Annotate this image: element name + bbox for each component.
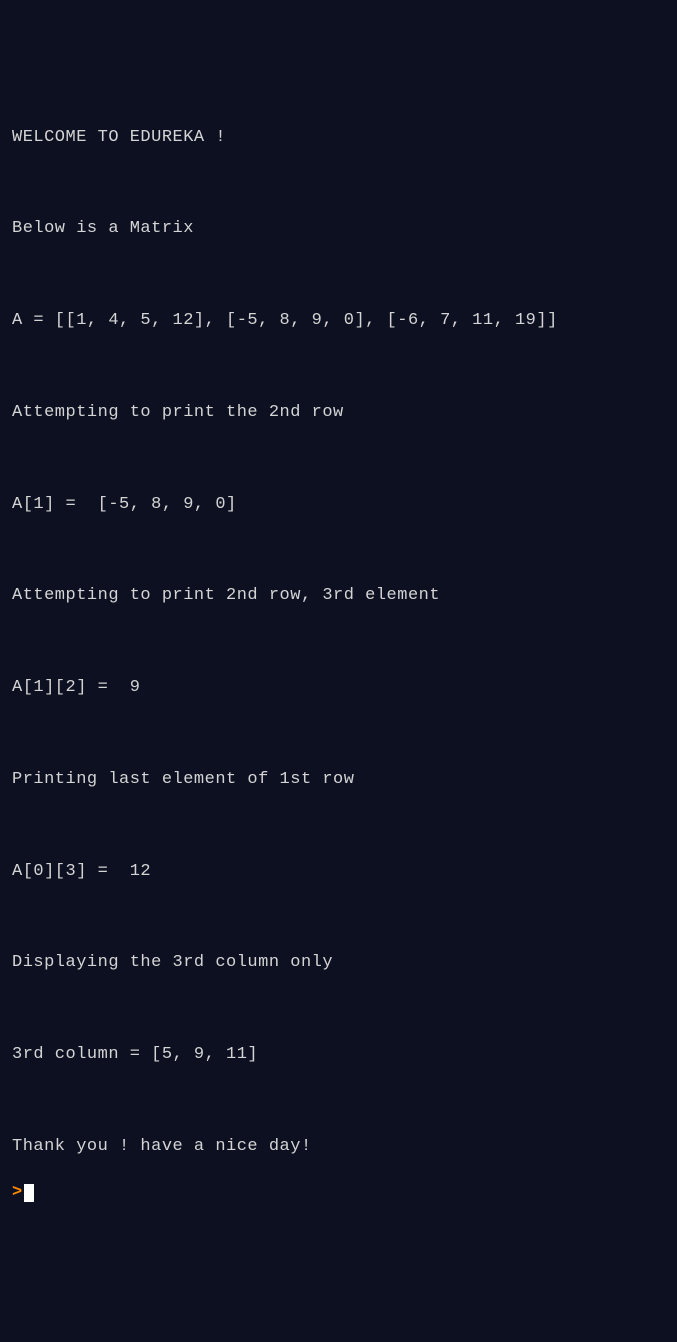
output-line: 3rd column = [5, 9, 11] (12, 1044, 665, 1067)
prompt-line[interactable]: > (12, 1182, 665, 1205)
output-line: Thank you ! have a nice day! (12, 1136, 665, 1159)
output-line: Attempting to print 2nd row, 3rd element (12, 585, 665, 608)
output-line (12, 448, 665, 471)
output-line (12, 907, 665, 930)
output-line: WELCOME TO EDUREKA ! (12, 127, 665, 150)
output-line: Attempting to print the 2nd row (12, 402, 665, 425)
output-line (12, 264, 665, 287)
output-line (12, 173, 665, 196)
output-line (12, 1090, 665, 1113)
terminal-output: WELCOME TO EDUREKA ! Below is a Matrix A… (12, 104, 665, 1228)
output-line (12, 998, 665, 1021)
output-line: Printing last element of 1st row (12, 769, 665, 792)
prompt-symbol: > (12, 1183, 22, 1202)
output-line (12, 540, 665, 563)
output-line: A[0][3] = 12 (12, 861, 665, 884)
output-line: Displaying the 3rd column only (12, 952, 665, 975)
output-line (12, 723, 665, 746)
output-line (12, 815, 665, 838)
output-line: A[1] = [-5, 8, 9, 0] (12, 494, 665, 517)
output-line: A = [[1, 4, 5, 12], [-5, 8, 9, 0], [-6, … (12, 310, 665, 333)
cursor-icon (24, 1184, 34, 1202)
output-line: Below is a Matrix (12, 218, 665, 241)
output-line (12, 631, 665, 654)
output-line (12, 356, 665, 379)
